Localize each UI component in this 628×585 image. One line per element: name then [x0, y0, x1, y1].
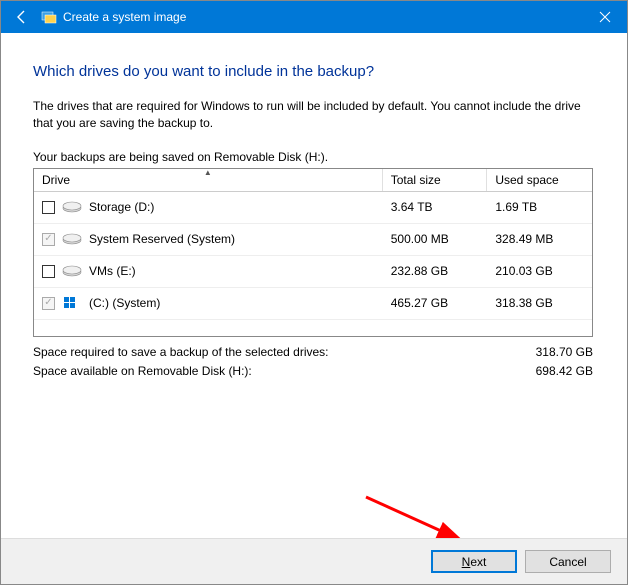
checkbox-disabled: ✓ — [42, 297, 55, 310]
space-available-label: Space available on Removable Disk (H:): — [33, 362, 252, 381]
space-required-value: 318.70 GB — [536, 343, 593, 362]
summary: Space required to save a backup of the s… — [33, 343, 593, 381]
checkbox[interactable] — [42, 201, 55, 214]
column-total[interactable]: Total size — [383, 169, 488, 191]
drive-row[interactable]: Storage (D:) 3.64 TB 1.69 TB — [34, 192, 592, 224]
window-title: Create a system image — [63, 10, 186, 24]
app-icon — [41, 9, 57, 25]
next-button[interactable]: Next — [431, 550, 517, 573]
content-area: Which drives do you want to include in t… — [1, 33, 627, 381]
hdd-icon — [61, 199, 83, 215]
drive-total: 3.64 TB — [383, 200, 488, 214]
drive-name: System Reserved (System) — [89, 232, 235, 246]
space-required-label: Space required to save a backup of the s… — [33, 343, 329, 362]
drive-name: Storage (D:) — [89, 200, 154, 214]
hdd-icon — [61, 263, 83, 279]
checkbox-disabled: ✓ — [42, 233, 55, 246]
drive-total: 465.27 GB — [383, 296, 488, 310]
drive-used: 328.49 MB — [487, 232, 592, 246]
column-used[interactable]: Used space — [487, 169, 592, 191]
drive-list: Drive ▲ Total size Used space Storage (D… — [33, 168, 593, 337]
column-headers: Drive ▲ Total size Used space — [34, 169, 592, 192]
drive-name: (C:) (System) — [89, 296, 160, 310]
drive-total: 500.00 MB — [383, 232, 488, 246]
drive-used: 1.69 TB — [487, 200, 592, 214]
titlebar: Create a system image — [1, 1, 627, 33]
cancel-button[interactable]: Cancel — [525, 550, 611, 573]
back-button[interactable] — [13, 8, 31, 26]
drive-row[interactable]: VMs (E:) 232.88 GB 210.03 GB — [34, 256, 592, 288]
page-description: The drives that are required for Windows… — [33, 98, 595, 132]
windows-drive-icon — [61, 295, 83, 311]
drive-row[interactable]: ✓ (C:) (System) 465.27 GB 318.38 GB — [34, 288, 592, 320]
save-location-text: Your backups are being saved on Removabl… — [33, 150, 595, 164]
hdd-icon — [61, 231, 83, 247]
drive-used: 318.38 GB — [487, 296, 592, 310]
close-button[interactable] — [582, 1, 627, 33]
page-heading: Which drives do you want to include in t… — [33, 63, 595, 80]
grid-empty-area — [34, 320, 592, 336]
sort-indicator-icon: ▲ — [204, 168, 212, 177]
footer-buttons: Next Cancel — [1, 538, 627, 584]
drive-name: VMs (E:) — [89, 264, 136, 278]
drive-total: 232.88 GB — [383, 264, 488, 278]
drive-used: 210.03 GB — [487, 264, 592, 278]
space-available-value: 698.42 GB — [536, 362, 593, 381]
drive-row[interactable]: ✓ System Reserved (System) 500.00 MB 328… — [34, 224, 592, 256]
checkbox[interactable] — [42, 265, 55, 278]
column-drive[interactable]: Drive ▲ — [34, 169, 383, 191]
